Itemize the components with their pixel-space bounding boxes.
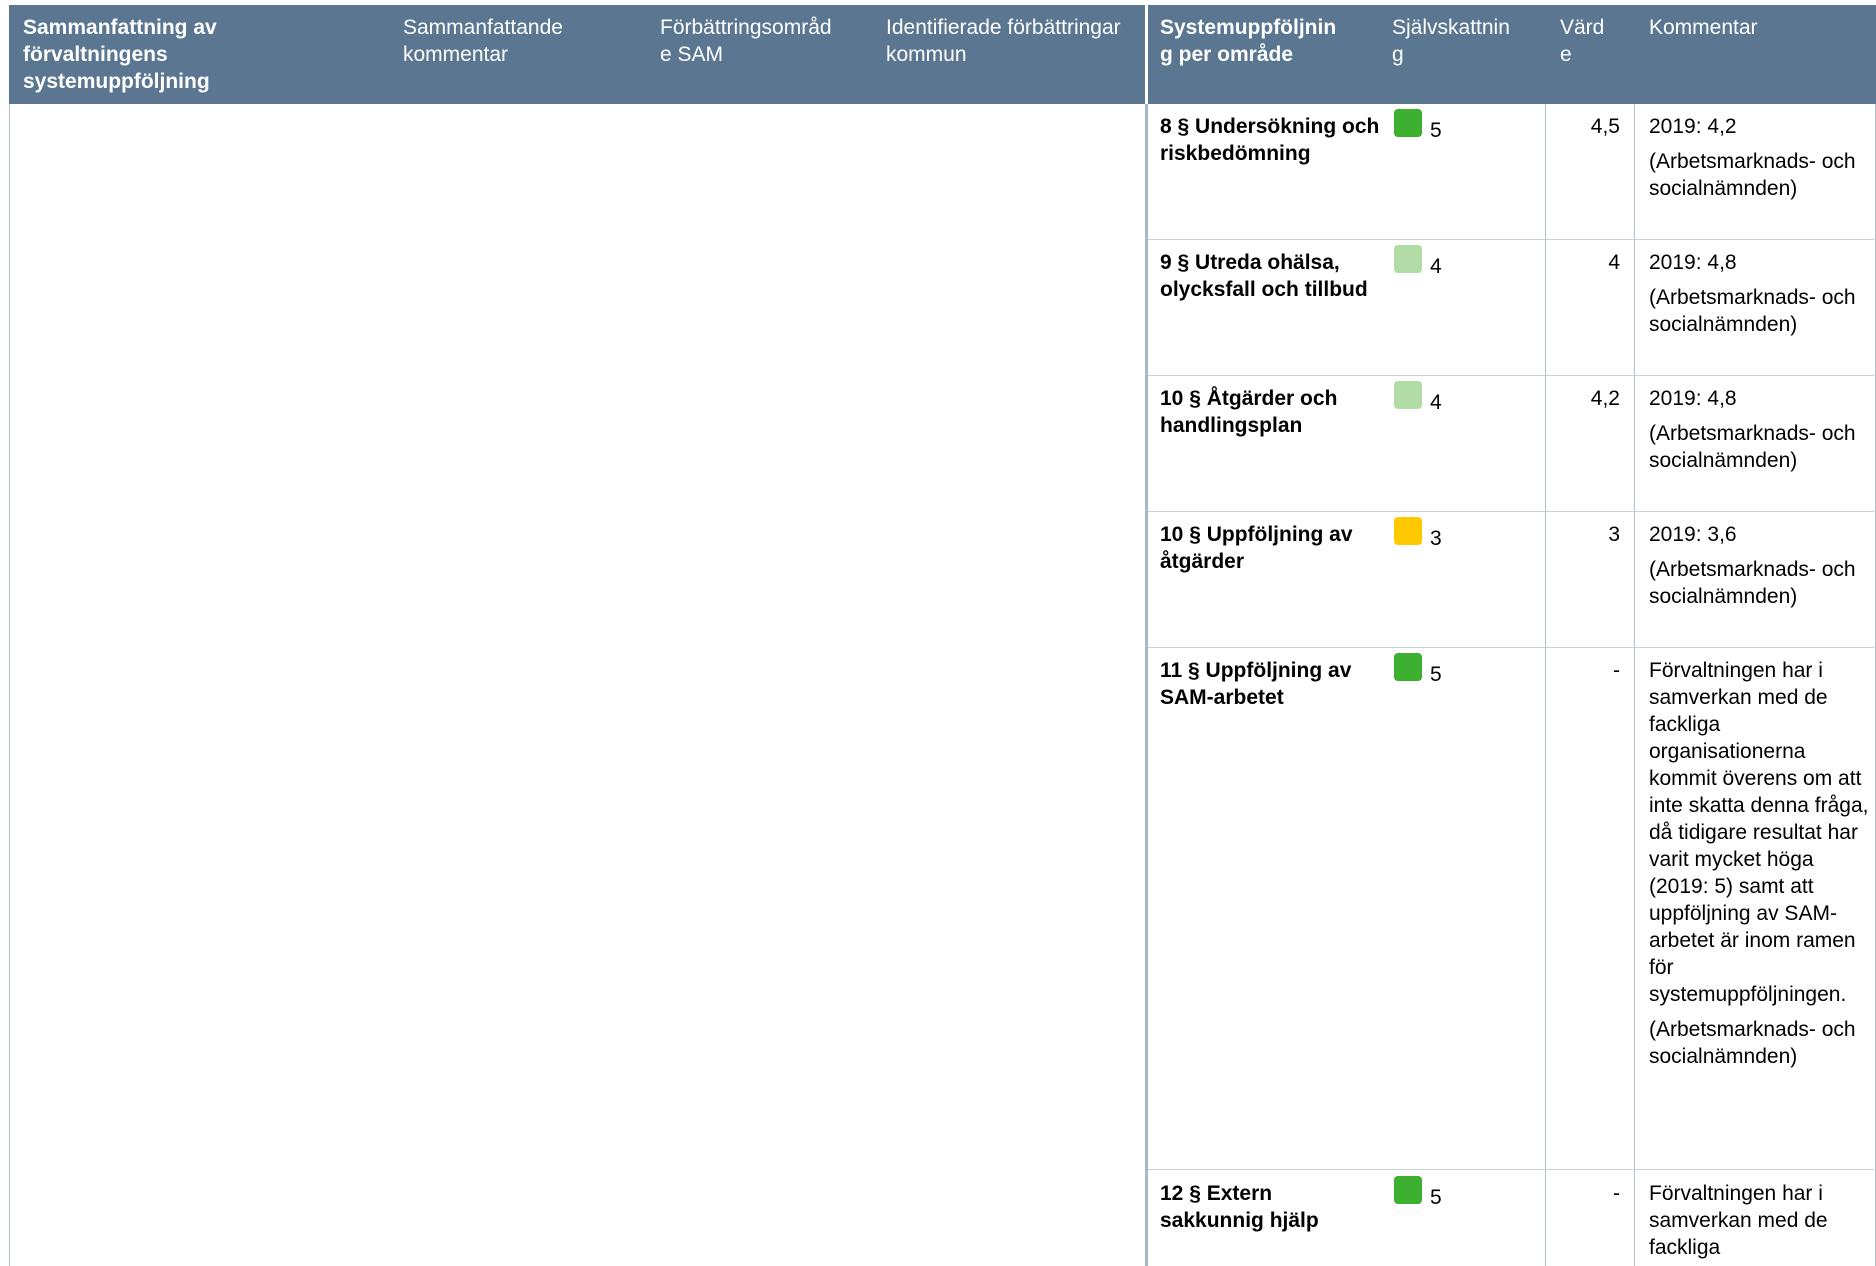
area-label: 9 § Utreda ohälsa, olycksfall och tillbu… xyxy=(1160,251,1368,301)
row-separator xyxy=(1148,375,1876,376)
header-identified-improvements: Identifierade förbättringar kommun xyxy=(886,16,1121,66)
status-indicator xyxy=(1394,245,1422,273)
row-separator xyxy=(1148,1169,1876,1170)
self-assessment-score: 5 xyxy=(1430,663,1442,686)
status-indicator xyxy=(1394,653,1422,681)
comment-cell: 2019: 4,8 (Arbetsmarknads- och socialnäm… xyxy=(1649,251,1856,336)
self-assessment-score: 3 xyxy=(1430,527,1442,550)
value-cell: - xyxy=(1613,659,1620,682)
status-indicator xyxy=(1394,1176,1422,1204)
value-column-border xyxy=(1545,104,1546,1266)
status-indicator xyxy=(1394,109,1422,137)
header-value: Värd e xyxy=(1560,16,1605,66)
comment-cell: 2019: 4,2 (Arbetsmarknads- och socialnäm… xyxy=(1649,115,1856,200)
comment-cell: Förvaltningen har i samverkan med de fac… xyxy=(1649,1182,1828,1259)
comment-cell: 2019: 4,8 (Arbetsmarknads- och socialnäm… xyxy=(1649,387,1856,472)
comment-cell: Förvaltningen har i samverkan med de fac… xyxy=(1649,659,1869,1068)
value-cell: 3 xyxy=(1608,523,1620,546)
area-label: 11 § Uppföljning av SAM-arbetet xyxy=(1160,659,1352,709)
area-label: 12 § Extern sakkunnig hjälp xyxy=(1160,1182,1319,1232)
area-label: 8 § Undersökning och riskbedömning xyxy=(1160,115,1380,165)
value-cell: 4 xyxy=(1608,251,1620,274)
header-self-assessment: Självskattnin g xyxy=(1392,16,1510,66)
header-summary-title: Sammanfattning av förvaltningens systemu… xyxy=(23,16,217,93)
area-label: 10 § Åtgärder och handlingsplan xyxy=(1160,387,1338,437)
value-cell: 4,2 xyxy=(1590,387,1620,410)
self-assessment-score: 5 xyxy=(1430,119,1442,142)
self-assessment-score: 4 xyxy=(1430,255,1442,278)
status-indicator xyxy=(1394,381,1422,409)
header-area-title: Systemuppföljnin g per område xyxy=(1160,16,1337,66)
row-separator xyxy=(1148,239,1876,240)
left-table-border xyxy=(9,104,10,1266)
value-cell: 4,5 xyxy=(1590,115,1620,138)
header-improvement-area: Förbättringsområd e SAM xyxy=(660,16,832,66)
comment-column-border xyxy=(1634,104,1635,1266)
value-cell: - xyxy=(1613,1182,1620,1205)
table-divider xyxy=(1145,104,1148,1266)
self-assessment-score: 5 xyxy=(1430,1186,1442,1209)
status-indicator xyxy=(1394,517,1422,545)
area-label: 10 § Uppföljning av åtgärder xyxy=(1160,523,1353,573)
row-separator xyxy=(1148,647,1876,648)
self-assessment-score: 4 xyxy=(1430,391,1442,414)
comment-cell: 2019: 3,6 (Arbetsmarknads- och socialnäm… xyxy=(1649,523,1856,608)
header-summary-comment: Sammanfattande kommentar xyxy=(403,16,563,66)
row-separator xyxy=(1148,511,1876,512)
header-comment: Kommentar xyxy=(1649,16,1758,39)
